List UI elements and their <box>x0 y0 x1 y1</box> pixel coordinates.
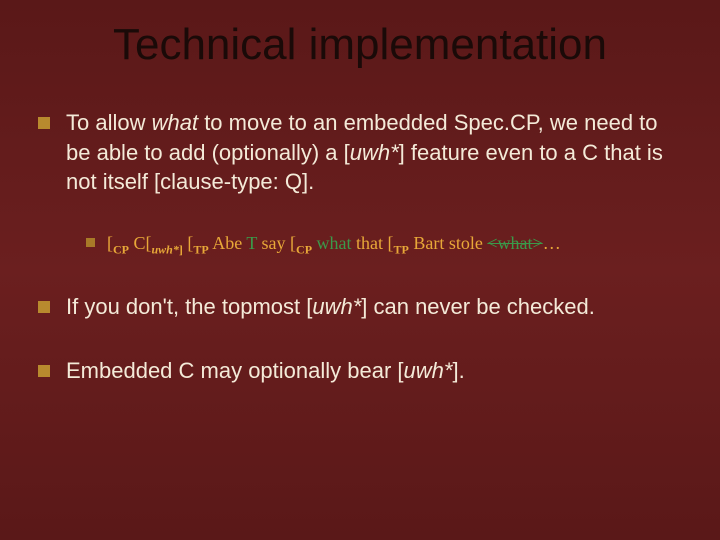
text: say <box>257 233 290 253</box>
sub-bullet-1-text: [CP C[uwh*] [TP Abe T say [CP what that … <box>107 231 561 258</box>
text-green: T <box>246 233 257 253</box>
bullet-3-text: Embedded C may optionally bear [uwh*]. <box>66 356 465 386</box>
square-bullet-icon <box>38 301 50 313</box>
text-italic: uwh* <box>350 140 399 165</box>
square-bullet-icon <box>38 365 50 377</box>
bullet-3: Embedded C may optionally bear [uwh*]. <box>38 356 682 386</box>
square-bullet-icon <box>38 117 50 129</box>
subscript: CP <box>296 243 312 257</box>
text: Abe <box>209 233 247 253</box>
text: ] can never be checked. <box>361 294 595 319</box>
text: ]. <box>452 358 464 383</box>
text-green: what <box>312 233 352 253</box>
bullet-2-text: If you don't, the topmost [uwh*] can nev… <box>66 292 595 322</box>
text: … <box>543 233 561 253</box>
bullet-2: If you don't, the topmost [uwh*] can nev… <box>38 292 682 322</box>
slide: Technical implementation To allow what t… <box>0 0 720 540</box>
text: Embedded C may optionally bear [ <box>66 358 404 383</box>
text: Bart stole <box>409 233 488 253</box>
text: C[ <box>129 233 152 253</box>
text-italic: what <box>152 110 198 135</box>
bullet-1: To allow what to move to an embedded Spe… <box>38 108 682 197</box>
text-strike: <what> <box>487 233 542 253</box>
bullet-1-text: To allow what to move to an embedded Spe… <box>66 108 682 197</box>
text-italic: uwh* <box>312 294 361 319</box>
subscript: TP <box>394 243 409 257</box>
text: that <box>352 233 388 253</box>
subscript-italic: uwh* <box>152 243 179 257</box>
subscript: TP <box>193 243 208 257</box>
slide-title: Technical implementation <box>38 20 682 70</box>
text: To allow <box>66 110 152 135</box>
subscript: CP <box>113 243 129 257</box>
text: If you don't, the topmost [ <box>66 294 312 319</box>
text-italic: uwh* <box>404 358 453 383</box>
sub-bullet-1: [CP C[uwh*] [TP Abe T say [CP what that … <box>86 231 682 258</box>
square-bullet-icon <box>86 238 95 247</box>
